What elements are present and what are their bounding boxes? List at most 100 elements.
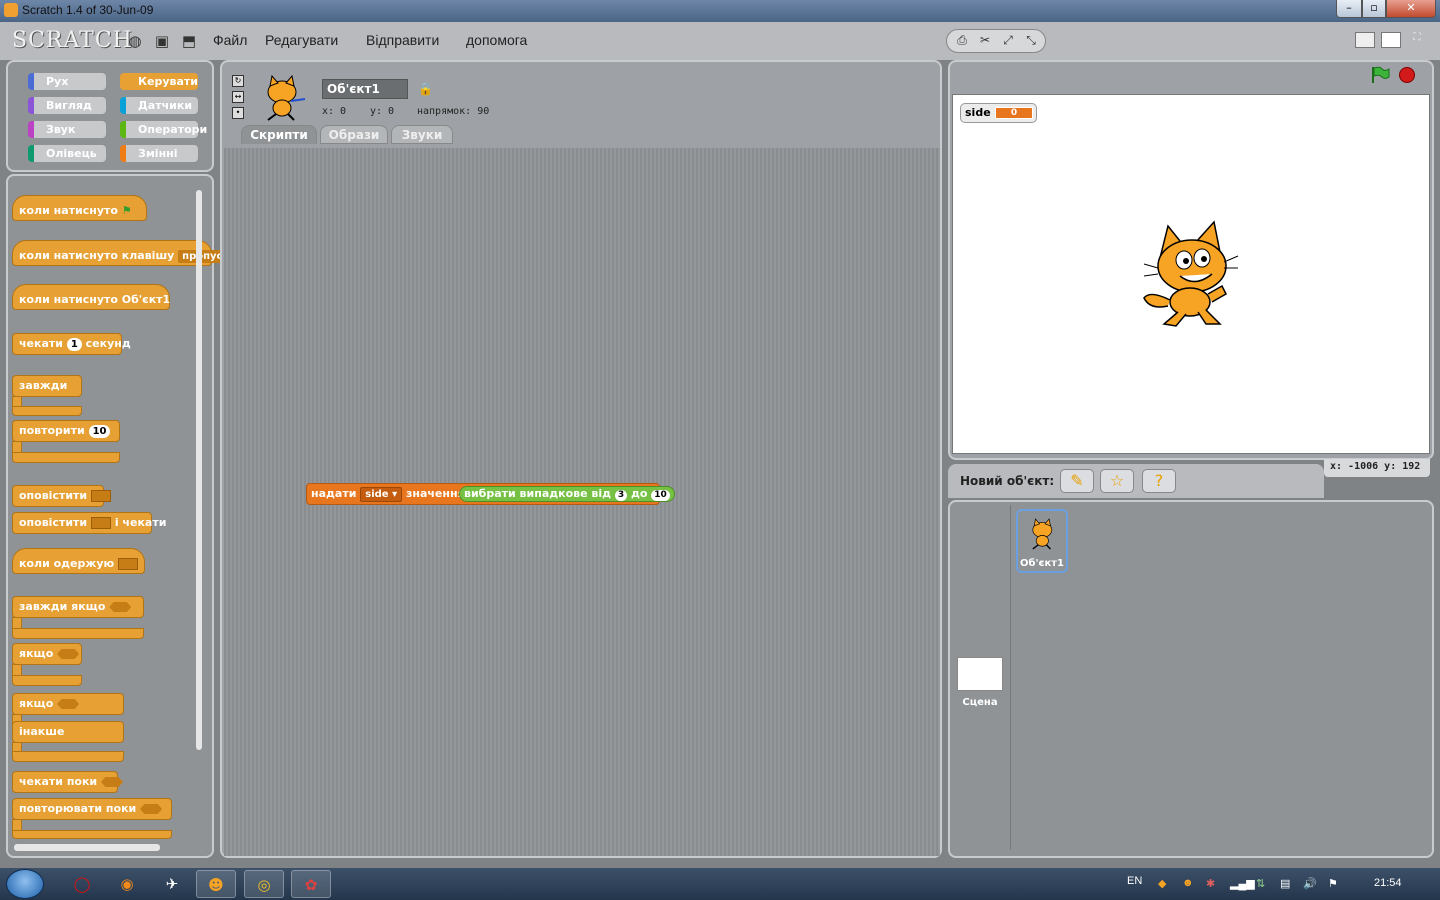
palette-horizontal-scrollbar[interactable] bbox=[14, 844, 160, 851]
menu-edit[interactable]: Редагувати bbox=[265, 32, 338, 48]
category-control[interactable]: Керувати bbox=[120, 73, 198, 90]
tray-scratch-icon[interactable]: ◆ bbox=[1158, 877, 1166, 890]
new-sprite-bar: Новий об'єкт: ✎ ☆ ? bbox=[948, 464, 1324, 498]
normal-layout-button[interactable] bbox=[1381, 32, 1401, 48]
duplicate-tool-icon[interactable]: ⎙ bbox=[953, 33, 971, 49]
green-flag-icon[interactable] bbox=[1370, 66, 1390, 84]
share-icon[interactable]: ⬒ bbox=[180, 32, 198, 50]
sprite-direction: напрямок: 90 bbox=[417, 106, 490, 117]
shrink-tool-icon[interactable]: ⤡ bbox=[1022, 33, 1040, 49]
globe-icon[interactable]: ◍ bbox=[126, 32, 144, 50]
block-when-sprite-clicked[interactable]: коли натиснуто Об'єкт1 bbox=[12, 284, 170, 310]
rotate-style-icon[interactable]: ↻ bbox=[232, 75, 244, 87]
sprite-tools: ⎙ ✂ ⤢ ⤡ bbox=[946, 29, 1046, 53]
tab-scripts[interactable]: Скрипти bbox=[241, 125, 317, 144]
block-forever[interactable]: завжди bbox=[12, 375, 82, 397]
block-broadcast-and-wait[interactable]: оповістити і чекати bbox=[12, 512, 166, 534]
close-button[interactable]: ✕ bbox=[1386, 0, 1436, 18]
signal-icon[interactable]: ▂▄▆ bbox=[1230, 877, 1255, 890]
category-sound[interactable]: Звук bbox=[28, 121, 106, 138]
start-button[interactable] bbox=[6, 869, 44, 899]
small-stage-layout-button[interactable] bbox=[1355, 32, 1375, 48]
tray-app-icon[interactable]: ✱ bbox=[1206, 877, 1215, 890]
clock-time[interactable]: 21:54 bbox=[1374, 877, 1402, 889]
block-repeat-until[interactable]: повторювати поки bbox=[12, 798, 172, 820]
paint-new-sprite-icon[interactable]: ✎ bbox=[1060, 469, 1094, 493]
block-wait[interactable]: чекати 1 секунд bbox=[12, 333, 131, 355]
script-set-variable-block[interactable]: надати side ▾ значення вибрати випадкове… bbox=[306, 483, 675, 505]
category-variables[interactable]: Змінні bbox=[120, 145, 198, 162]
opera-taskbar-icon[interactable]: ◯ bbox=[62, 870, 102, 898]
sprite-y: y: 0 bbox=[370, 106, 395, 117]
stop-sign-icon[interactable] bbox=[1399, 67, 1415, 83]
paint-taskbar-icon[interactable]: ✿ bbox=[291, 870, 331, 898]
windows-taskbar: ◯ ◉ ✈ ☻ ◎ ✿ EN ◆ ☻ ✱ ▂▄▆ ⇅ ▤ 🔊 ⚑ 21:54 bbox=[0, 868, 1440, 900]
tool-taskbar-icon[interactable]: ✈ bbox=[152, 870, 192, 898]
flip-style-icon[interactable]: ↔ bbox=[232, 91, 244, 103]
grow-tool-icon[interactable]: ⤢ bbox=[999, 33, 1017, 49]
maximize-button[interactable]: ▫ bbox=[1362, 0, 1386, 18]
sprite-thumbnail-cat-icon bbox=[267, 74, 306, 121]
category-looks[interactable]: Вигляд bbox=[28, 97, 106, 114]
else-label-block: інакше bbox=[12, 721, 124, 743]
random-sprite-icon[interactable]: ? bbox=[1142, 469, 1176, 493]
sprite-thumb-label: Об'єкт1 bbox=[1019, 558, 1064, 569]
sprite-x: x: 0 bbox=[322, 106, 347, 117]
cat-sprite[interactable] bbox=[1140, 220, 1242, 328]
block-repeat[interactable]: повторити 10 bbox=[12, 420, 120, 442]
presentation-mode-button[interactable]: ⛶ bbox=[1407, 32, 1427, 48]
chrome-taskbar-icon[interactable]: ◎ bbox=[244, 870, 284, 898]
minimize-button[interactable]: – bbox=[1336, 0, 1362, 18]
cat-thumbnail-icon bbox=[1032, 518, 1053, 550]
sprites-divider bbox=[1010, 505, 1011, 850]
stage-thumbnail[interactable] bbox=[957, 657, 1003, 691]
scratch-taskbar-icon[interactable]: ☻ bbox=[196, 870, 236, 898]
forever-if-c-bottom bbox=[12, 628, 144, 639]
stage-thumbnail-label: Сцена bbox=[962, 697, 998, 708]
firefox-taskbar-icon[interactable]: ◉ bbox=[107, 870, 147, 898]
random-to-input[interactable]: 10 bbox=[651, 490, 670, 501]
category-motion[interactable]: Рух bbox=[28, 73, 106, 90]
broadcast-dropdown[interactable] bbox=[90, 490, 111, 502]
receive-dropdown[interactable] bbox=[118, 558, 139, 570]
tray-cat-icon[interactable]: ☻ bbox=[1182, 877, 1194, 889]
no-rotate-style-icon[interactable]: • bbox=[232, 107, 244, 119]
block-when-flag-clicked[interactable]: коли натиснуто ⚑ bbox=[12, 195, 147, 221]
network-icon[interactable]: ⇅ bbox=[1256, 877, 1265, 890]
menu-share[interactable]: Відправити bbox=[366, 32, 439, 48]
block-forever-if[interactable]: завжди якщо bbox=[12, 596, 144, 618]
random-from-input[interactable]: 3 bbox=[614, 490, 628, 501]
save-icon[interactable]: ▣ bbox=[153, 32, 171, 50]
block-wait-until[interactable]: чекати поки bbox=[12, 771, 123, 793]
block-broadcast[interactable]: оповістити bbox=[12, 485, 111, 507]
palette-vertical-scrollbar[interactable] bbox=[196, 190, 202, 750]
window-title: Scratch 1.4 of 30-Jun-09 bbox=[22, 3, 154, 17]
action-center-flag-icon[interactable]: ⚑ bbox=[1328, 877, 1338, 890]
category-sensing[interactable]: Датчики bbox=[120, 97, 198, 114]
language-indicator[interactable]: EN bbox=[1127, 875, 1142, 887]
pick-random-block[interactable]: вибрати випадкове від 3 до 10 bbox=[459, 486, 675, 502]
block-if-else[interactable]: якщо bbox=[12, 693, 124, 715]
variable-monitor-value: 0 bbox=[995, 107, 1033, 119]
sprite-thumb-object1[interactable]: Об'єкт1 bbox=[1016, 509, 1068, 573]
tab-sounds[interactable]: Звуки bbox=[391, 125, 453, 144]
choose-sprite-from-file-icon[interactable]: ☆ bbox=[1100, 469, 1134, 493]
delete-tool-icon[interactable]: ✂ bbox=[976, 33, 994, 49]
variable-dropdown[interactable]: side ▾ bbox=[360, 487, 403, 502]
category-operators[interactable]: Оператори bbox=[120, 121, 207, 138]
menu-file[interactable]: Файл bbox=[213, 32, 247, 48]
menu-help[interactable]: допомога bbox=[466, 32, 527, 48]
category-pen[interactable]: Олівець bbox=[28, 145, 106, 162]
volume-icon[interactable]: 🔊 bbox=[1303, 877, 1317, 890]
scratch-logo: SCRATCH bbox=[12, 28, 133, 53]
variable-monitor[interactable]: side 0 bbox=[960, 103, 1037, 123]
block-if[interactable]: якщо bbox=[12, 643, 82, 665]
lock-icon[interactable]: 🔒 bbox=[418, 82, 433, 96]
sprite-name-field[interactable]: Об'єкт1 bbox=[322, 79, 408, 99]
device-icon[interactable]: ▤ bbox=[1280, 877, 1290, 890]
block-when-i-receive[interactable]: коли одержую bbox=[12, 548, 145, 574]
tab-costumes[interactable]: Образи bbox=[320, 125, 388, 144]
block-when-key-pressed[interactable]: коли натиснуто клавішу пропуск bbox=[12, 240, 234, 266]
if-c-bottom bbox=[12, 675, 82, 686]
broadcast-wait-dropdown[interactable] bbox=[90, 517, 111, 529]
